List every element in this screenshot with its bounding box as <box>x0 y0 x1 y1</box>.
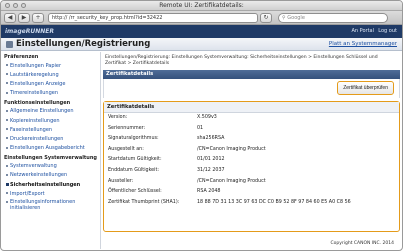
sidebar-section-title: Präferenzen <box>4 54 39 60</box>
details-title: Zertifikatdetails <box>104 102 399 113</box>
detail-key: Zertifikat Thumbprint (SHA1): <box>108 199 180 205</box>
product-logo: imageRUNNER <box>5 28 54 35</box>
search-field[interactable]: ⚲ Google <box>278 12 388 23</box>
detail-row-issuer: Aussteller: /CN=Canon Imaging Product <box>104 177 399 188</box>
detail-value: 01 <box>197 125 204 131</box>
sidebar-item-display[interactable]: Einstellungen Anzeige <box>2 79 100 88</box>
detail-value: RSA 2048 <box>197 189 221 195</box>
detail-key: Seriennummer: <box>108 125 146 131</box>
url-bar[interactable]: http:// /rr_security_key_prop.html?id=32… <box>48 12 258 23</box>
page-header: imageRUNNER An Portal Log out <box>1 25 402 38</box>
detail-value: /CN=Canon Imaging Product <box>197 178 266 184</box>
detail-key: Enddatum Gültigkeit: <box>108 167 159 173</box>
detail-key: Startdatum Gültigkeit: <box>108 157 162 163</box>
search-placeholder: Google <box>287 14 305 21</box>
sidebar-item-volume[interactable]: Lautstärkeregelung <box>2 70 100 79</box>
detail-value: 18 88 7D 31 13 3C 97 63 DC C0 B9 52 8F 9… <box>197 199 351 205</box>
detail-value: sha256RSA <box>197 136 225 142</box>
copyright-footer: Copyright CANON INC. 2014 <box>330 241 395 246</box>
sidebar-section-title: Einstellungen Systemverwaltung <box>4 154 98 161</box>
detail-row-algorithm: Signaturalgorithmus: sha256RSA <box>104 134 399 145</box>
detail-row-issued-to: Ausgestellt an: /CN=Canon Imaging Produc… <box>104 145 399 156</box>
sidebar-section-title: Funktionseinstellungen <box>4 99 71 106</box>
sidebar-item-printer[interactable]: Druckereinstellungen <box>2 134 100 143</box>
sidebar-item-fax[interactable]: Faxeinstellungen <box>2 125 100 134</box>
detail-row-version: Version: X.509v3 <box>104 113 399 124</box>
portal-link[interactable]: An Portal <box>351 28 374 34</box>
page-title: Einstellungen/Registrierung <box>16 39 151 49</box>
detail-row-public-key: Öffentlicher Schlüssel: RSA 2048 <box>104 187 399 198</box>
sidebar: Präferenzen Einstellungen Papier Lautstä… <box>2 52 101 249</box>
detail-key: Signaturalgorithmus: <box>108 136 159 142</box>
settings-header: Einstellungen/Registrierung Platt an Sys… <box>1 38 402 51</box>
sidebar-item-network[interactable]: Netzwerkeinstellungen <box>2 171 100 180</box>
settings-icon <box>6 41 13 48</box>
sidebar-item-init[interactable]: Einstellungsinformationen initialisieren <box>2 198 100 212</box>
sidebar-item-system[interactable]: Systemverwaltung <box>2 162 100 171</box>
forward-button[interactable]: ▶ <box>18 12 30 23</box>
add-bookmark-button[interactable]: + <box>32 12 44 23</box>
sidebar-item-general[interactable]: Allgemeine Einstellungen <box>2 107 100 116</box>
title-bar: Remote UI: Zertifikatdetails: <box>1 1 402 11</box>
reload-button[interactable]: ↻ <box>260 12 272 23</box>
sidebar-item-timer[interactable]: Timereinstellungen <box>2 89 100 98</box>
sidebar-item-report[interactable]: Einstellungen Ausgabebericht <box>2 144 100 153</box>
detail-value: X.509v3 <box>197 115 217 120</box>
sidebar-item-import-export[interactable]: Import/Export <box>2 189 100 198</box>
sidebar-item-security[interactable]: Sicherheitseinstellungen <box>2 180 100 189</box>
detail-key: Aussteller: <box>108 178 134 184</box>
panel-title: Zertifikatdetails <box>103 70 400 79</box>
browser-window: Remote UI: Zertifikatdetails: ◀ ▶ + http… <box>0 0 403 251</box>
certificate-details-box: Zertifikatdetails Version: X.509v3 Serie… <box>103 101 400 232</box>
browser-toolbar: ◀ ▶ + http:// /rr_security_key_prop.html… <box>1 11 402 25</box>
detail-value: 31/12 2037 <box>197 167 225 173</box>
detail-key: Version: <box>108 115 128 120</box>
detail-row-start-date: Startdatum Gültigkeit: 01/01 2012 <box>104 155 399 166</box>
breadcrumb: Einstellungen/Registrierung: Einstellung… <box>105 55 378 66</box>
check-certificate-button[interactable]: Zertifikat überprüfen <box>337 81 394 95</box>
detail-row-serial: Seriennummer: 01 <box>104 124 399 135</box>
detail-key: Öffentlicher Schlüssel: <box>108 189 162 195</box>
system-manager-link[interactable]: Platt an Systemmanager <box>329 41 397 47</box>
detail-row-end-date: Enddatum Gültigkeit: 31/12 2037 <box>104 166 399 177</box>
detail-value: /CN=Canon Imaging Product <box>197 146 266 152</box>
detail-value: 01/01 2012 <box>197 157 225 163</box>
sidebar-item-paper[interactable]: Einstellungen Papier <box>2 61 100 70</box>
detail-key: Ausgestellt an: <box>108 146 144 152</box>
window-title: Remote UI: Zertifikatdetails: <box>159 2 244 9</box>
logout-link[interactable]: Log out <box>378 28 397 34</box>
main-content: Einstellungen/Registrierung: Einstellung… <box>103 52 400 249</box>
action-row: Zertifikat überprüfen <box>103 79 400 98</box>
back-button[interactable]: ◀ <box>4 12 16 23</box>
detail-row-thumbprint: Zertifikat Thumbprint (SHA1): 18 88 7D 3… <box>104 198 399 209</box>
sidebar-item-copy[interactable]: Kopiereinstellungen <box>2 116 100 125</box>
